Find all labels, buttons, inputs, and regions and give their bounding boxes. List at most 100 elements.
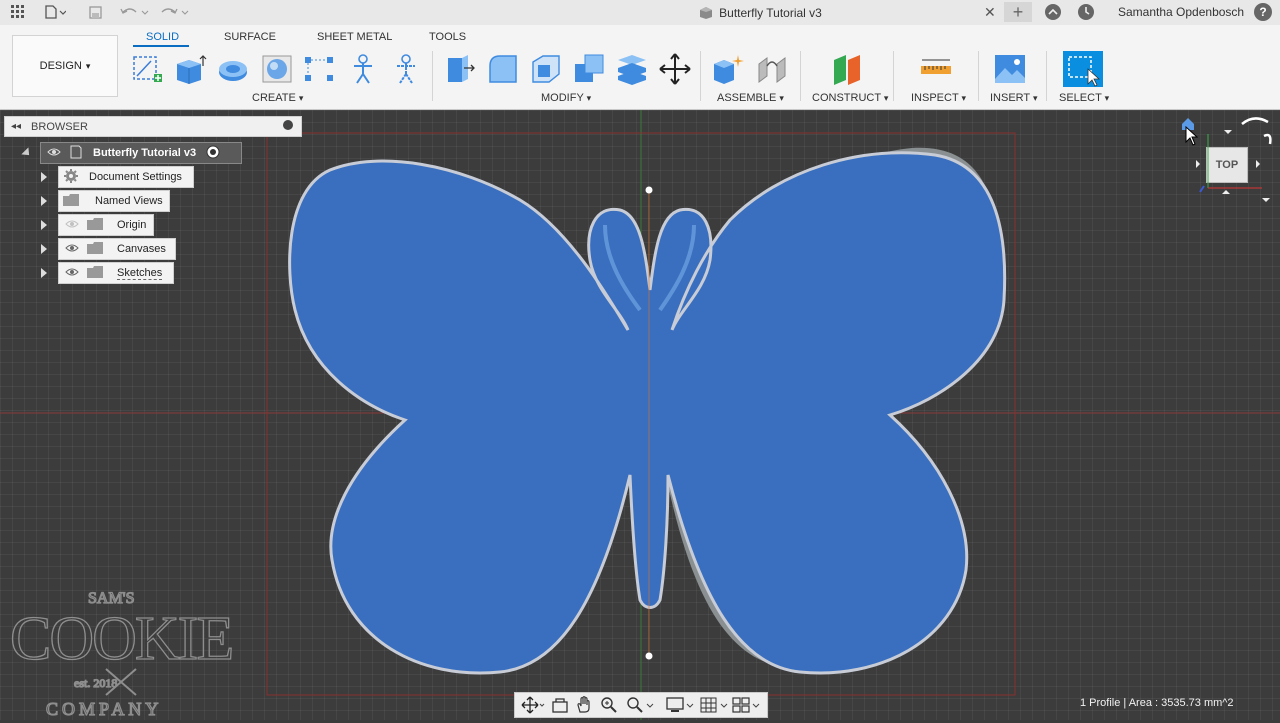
folder-icon	[87, 265, 103, 281]
chevron-down-icon: ▾	[883, 93, 889, 103]
browser-root-label: Butterfly Tutorial v3	[93, 147, 197, 159]
assemble-menu-label: ASSEMBLE	[717, 92, 777, 104]
expand-arrow-icon[interactable]	[41, 244, 47, 254]
viewports-icon[interactable]	[731, 696, 761, 717]
create-sketch-icon[interactable]	[131, 52, 165, 86]
modify-menu-label: MODIFY	[541, 92, 584, 104]
app-grid-icon[interactable]	[8, 3, 28, 21]
inspect-menu[interactable]: INSPECT ▾	[911, 92, 966, 104]
tab-solid[interactable]: SOLID	[146, 31, 179, 43]
expand-arrow-icon[interactable]	[41, 172, 47, 182]
select-tool-icon[interactable]	[1063, 51, 1103, 87]
zoom-icon[interactable]	[599, 696, 619, 717]
split-body-icon[interactable]	[615, 52, 649, 86]
group-divider	[978, 51, 979, 101]
document-cube-icon	[700, 6, 713, 19]
toolbar-ribbon: DESIGN ▾ SOLID SURFACE SHEET METAL TOOLS…	[0, 25, 1280, 110]
visibility-eye-icon[interactable]	[47, 147, 61, 160]
file-menu-icon[interactable]	[40, 3, 70, 21]
insert-menu[interactable]: INSERT ▾	[990, 92, 1038, 104]
job-status-icon[interactable]	[1043, 3, 1063, 21]
folder-icon	[87, 241, 103, 257]
fit-zoom-icon[interactable]	[625, 696, 655, 717]
selection-status-text: 1 Profile | Area : 3535.73 mm^2	[1080, 697, 1234, 709]
grid-settings-icon[interactable]	[699, 696, 729, 717]
hidden-eye-icon[interactable]	[65, 219, 79, 232]
create-menu[interactable]: CREATE ▾	[252, 92, 303, 104]
document-title: Butterfly Tutorial v3	[719, 5, 822, 20]
sketch-point-bottom	[645, 652, 653, 660]
shell-icon[interactable]	[529, 52, 563, 86]
tab-tools[interactable]: TOOLS	[429, 31, 466, 43]
new-tab-icon[interactable]: +	[1004, 2, 1032, 22]
browser-root-item[interactable]: Butterfly Tutorial v3	[40, 142, 242, 164]
extrude-icon[interactable]	[173, 52, 207, 86]
browser-item-canvases[interactable]: Canvases	[58, 238, 176, 260]
modify-menu[interactable]: MODIFY ▾	[541, 92, 591, 104]
orbit-icon[interactable]	[521, 696, 545, 717]
form-body-icon[interactable]	[346, 52, 380, 86]
document-icon	[69, 145, 83, 162]
offset-plane-icon[interactable]	[830, 52, 864, 86]
history-clock-icon[interactable]	[1076, 3, 1096, 21]
workspace-switcher[interactable]: DESIGN ▾	[12, 35, 118, 97]
butterfly-body	[288, 151, 1007, 675]
form-body-alt-icon[interactable]	[389, 52, 423, 86]
chevron-down-icon: ▾	[961, 93, 967, 103]
tab-surface[interactable]: SURFACE	[224, 31, 276, 43]
browser-item-document-settings[interactable]: Document Settings	[58, 166, 194, 188]
revolve-icon[interactable]	[216, 52, 250, 86]
user-account-name[interactable]: Samantha Opdenbosch	[1118, 5, 1244, 19]
expand-arrow-icon[interactable]	[41, 268, 47, 278]
close-tab-icon[interactable]: ✕	[984, 4, 996, 21]
chevron-down-icon: ▾	[298, 93, 304, 103]
new-component-icon[interactable]	[711, 52, 745, 86]
construct-menu[interactable]: CONSTRUCT ▾	[812, 92, 888, 104]
sketch-point-top	[645, 186, 653, 194]
press-pull-icon[interactable]	[442, 52, 476, 86]
insert-image-icon[interactable]	[993, 52, 1027, 86]
visibility-eye-icon[interactable]	[65, 243, 79, 256]
group-divider	[700, 51, 701, 101]
joint-icon[interactable]	[755, 52, 789, 86]
visibility-eye-icon[interactable]	[65, 267, 79, 280]
tab-sheet-metal[interactable]: SHEET METAL	[317, 31, 392, 43]
expand-arrow-icon[interactable]	[41, 196, 47, 206]
pattern-icon[interactable]	[302, 52, 336, 86]
folder-icon	[87, 217, 103, 233]
look-at-icon[interactable]	[551, 696, 569, 717]
watermark-line2: COOKIE	[10, 605, 232, 673]
pan-hand-icon[interactable]	[575, 696, 593, 717]
help-icon[interactable]: ?	[1254, 3, 1272, 21]
combine-icon[interactable]	[572, 52, 606, 86]
watermark-line4: COMPANY	[46, 699, 162, 719]
redo-icon[interactable]	[158, 3, 192, 21]
document-tab[interactable]: Butterfly Tutorial v3	[520, 0, 1000, 25]
group-divider	[432, 51, 433, 101]
measure-icon[interactable]	[919, 52, 953, 86]
collapse-panel-icon[interactable]: ◂◂	[11, 121, 21, 132]
display-settings-icon[interactable]	[665, 696, 695, 717]
save-icon[interactable]	[86, 3, 104, 21]
insert-menu-label: INSERT	[990, 92, 1030, 104]
browser-item-named-views[interactable]: Named Views	[58, 190, 170, 212]
select-menu[interactable]: SELECT ▾	[1059, 92, 1109, 104]
move-icon[interactable]	[658, 52, 692, 86]
browser-item-label: Sketches	[117, 266, 163, 280]
select-menu-label: SELECT	[1059, 92, 1102, 104]
assemble-menu[interactable]: ASSEMBLE ▾	[717, 92, 784, 104]
folder-icon	[63, 193, 79, 209]
construct-menu-label: CONSTRUCT	[812, 92, 881, 104]
group-divider	[893, 51, 894, 101]
browser-panel-header[interactable]: ◂◂ BROWSER	[4, 116, 302, 137]
fillet-icon[interactable]	[486, 52, 520, 86]
pin-panel-icon[interactable]	[283, 120, 293, 130]
watermark-line3: est. 2018	[74, 676, 117, 690]
browser-item-sketches[interactable]: Sketches	[58, 262, 174, 284]
browser-item-origin[interactable]: Origin	[58, 214, 154, 236]
browser-title: BROWSER	[31, 120, 88, 133]
activate-radio-icon[interactable]	[206, 145, 220, 162]
undo-icon[interactable]	[118, 3, 152, 21]
expand-arrow-icon[interactable]	[41, 220, 47, 230]
sweep-sphere-icon[interactable]	[260, 52, 294, 86]
